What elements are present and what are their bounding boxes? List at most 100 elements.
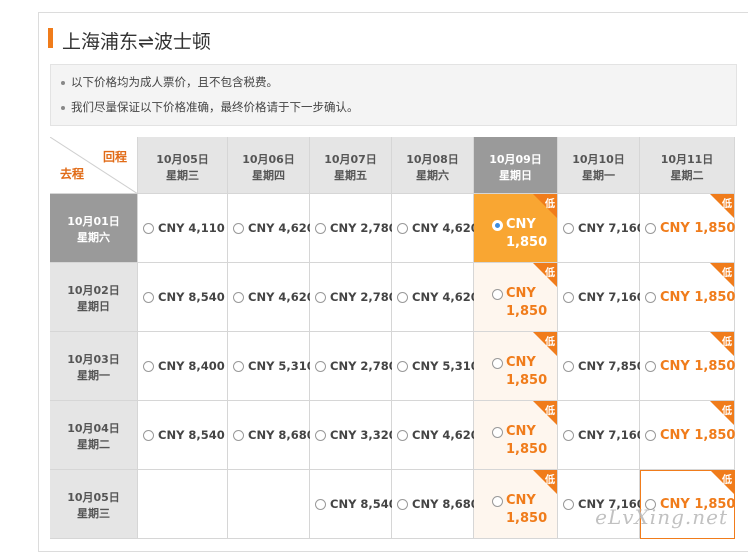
fare-cell[interactable]: CNY 1,850 低 [474, 332, 558, 401]
return-date-header[interactable]: 10月11日 星期二 [640, 137, 735, 194]
low-price-tag: 低 [706, 470, 734, 494]
fare-cell[interactable]: CNY 7,160 [558, 401, 645, 470]
fare-price: CNY 7,850 [578, 359, 645, 373]
fare-cell[interactable]: CNY 7,850 [558, 332, 645, 401]
fare-cell[interactable]: CNY 4,620 [392, 263, 479, 332]
fare-cell[interactable]: CNY 7,160 [558, 263, 645, 332]
depart-date-header[interactable]: 10月03日 星期一 [50, 332, 138, 401]
depart-date: 10月04日 [67, 422, 120, 435]
fare-radio[interactable] [315, 430, 326, 441]
notice-text: 以下价格均为成人票价，且不包含税费。 [71, 75, 278, 89]
fare-cell[interactable]: CNY 1,850 低 [474, 470, 558, 539]
fare-radio[interactable] [397, 499, 408, 510]
depart-date-header[interactable]: 10月04日 星期二 [50, 401, 138, 470]
fare-cell[interactable]: CNY 8,540 [310, 470, 397, 539]
fare-radio[interactable] [645, 361, 656, 372]
return-date: 10月11日 [660, 153, 714, 166]
fare-cell[interactable]: CNY 8,680 [392, 470, 479, 539]
fare-cell[interactable]: CNY 1,850 低 [640, 194, 735, 263]
fare-cell[interactable]: CNY 4,620 [228, 263, 315, 332]
fare-radio[interactable] [563, 292, 574, 303]
return-date-header[interactable]: 10月06日 星期四 [228, 137, 310, 194]
fare-cell[interactable]: CNY 3,320 [310, 401, 397, 470]
fare-radio[interactable] [397, 430, 408, 441]
fare-cell[interactable]: CNY 5,310 [392, 332, 479, 401]
fare-radio[interactable] [645, 430, 656, 441]
fare-radio[interactable] [492, 220, 503, 231]
fare-radio[interactable] [143, 430, 154, 441]
fare-cell[interactable]: CNY 7,160 [558, 194, 645, 263]
depart-date-header[interactable]: 10月05日 星期三 [50, 470, 138, 539]
return-date-header[interactable]: 10月05日 星期三 [138, 137, 228, 194]
fare-radio[interactable] [563, 361, 574, 372]
fare-price: CNY 1,850 [506, 286, 548, 319]
depart-date-header[interactable]: 10月02日 星期日 [50, 263, 138, 332]
fare-radio[interactable] [143, 292, 154, 303]
depart-date-header[interactable]: 10月01日 星期六 [50, 194, 138, 263]
fare-cell[interactable]: CNY 8,400 [138, 332, 228, 401]
fare-cell[interactable]: CNY 5,310 [228, 332, 315, 401]
fare-cell[interactable]: CNY 1,850 低 [640, 401, 735, 470]
fare-cell[interactable]: CNY 8,540 [138, 401, 228, 470]
return-date-header[interactable]: 10月08日 星期六 [392, 137, 474, 194]
fare-price: CNY 8,540 [158, 428, 225, 442]
fare-radio[interactable] [143, 361, 154, 372]
fare-price: CNY 1,850 [506, 355, 548, 388]
low-price-tag: 低 [529, 401, 557, 425]
fare-radio[interactable] [315, 361, 326, 372]
fare-radio[interactable] [492, 496, 503, 507]
return-weekday: 星期二 [670, 169, 704, 182]
low-tag-label: 低 [722, 268, 732, 279]
fare-radio[interactable] [645, 223, 656, 234]
fare-radio[interactable] [315, 223, 326, 234]
fare-cell[interactable]: CNY 1,850 低 [474, 263, 558, 332]
fare-price: CNY 1,850 [506, 493, 548, 526]
return-date: 10月10日 [572, 153, 625, 166]
fare-price: CNY 1,850 [660, 428, 736, 443]
fare-radio[interactable] [233, 361, 244, 372]
fare-radio[interactable] [563, 430, 574, 441]
fare-radio[interactable] [233, 223, 244, 234]
fare-cell[interactable]: CNY 2,780 [310, 194, 397, 263]
fare-radio[interactable] [492, 358, 503, 369]
fare-price: CNY 7,160 [578, 428, 645, 442]
fare-cell[interactable]: CNY 4,620 [392, 401, 479, 470]
fare-radio[interactable] [315, 292, 326, 303]
fare-cell[interactable]: CNY 1,850 低 [474, 194, 558, 263]
fare-radio[interactable] [397, 223, 408, 234]
fare-radio[interactable] [397, 361, 408, 372]
fare-price: CNY 4,110 [158, 221, 225, 235]
notice-item: 我们尽量保证以下价格准确，最终价格请于下一步确认。 [61, 99, 359, 115]
fare-cell[interactable]: CNY 8,680 [228, 401, 315, 470]
bullet-icon [61, 80, 65, 85]
fare-cell[interactable]: CNY 4,620 [392, 194, 479, 263]
fare-cell[interactable]: CNY 4,110 [138, 194, 228, 263]
fare-cell[interactable]: CNY 1,850 低 [640, 263, 735, 332]
return-date: 10月06日 [242, 153, 295, 166]
page-title: 上海浦东⇌波士顿 [62, 31, 211, 53]
low-tag-label: 低 [545, 199, 555, 210]
return-date-header[interactable]: 10月07日 星期五 [310, 137, 392, 194]
fare-radio[interactable] [563, 499, 574, 510]
return-date-header[interactable]: 10月10日 星期一 [558, 137, 640, 194]
fare-cell[interactable]: CNY 2,780 [310, 263, 397, 332]
return-date: 10月08日 [406, 153, 459, 166]
fare-price: CNY 8,540 [158, 290, 225, 304]
fare-cell[interactable]: CNY 1,850 低 [474, 401, 558, 470]
depart-weekday: 星期一 [77, 369, 110, 382]
fare-radio[interactable] [143, 223, 154, 234]
fare-cell[interactable]: CNY 8,540 [138, 263, 228, 332]
fare-radio[interactable] [645, 292, 656, 303]
fare-cell[interactable]: CNY 1,850 低 [640, 332, 735, 401]
bullet-icon [61, 105, 65, 110]
fare-radio[interactable] [492, 427, 503, 438]
fare-cell[interactable]: CNY 2,780 [310, 332, 397, 401]
fare-radio[interactable] [233, 430, 244, 441]
fare-radio[interactable] [397, 292, 408, 303]
fare-radio[interactable] [492, 289, 503, 300]
fare-cell[interactable]: CNY 4,620 [228, 194, 315, 263]
fare-radio[interactable] [563, 223, 574, 234]
fare-radio[interactable] [233, 292, 244, 303]
fare-radio[interactable] [315, 499, 326, 510]
return-date-header[interactable]: 10月09日 星期日 [474, 137, 558, 194]
